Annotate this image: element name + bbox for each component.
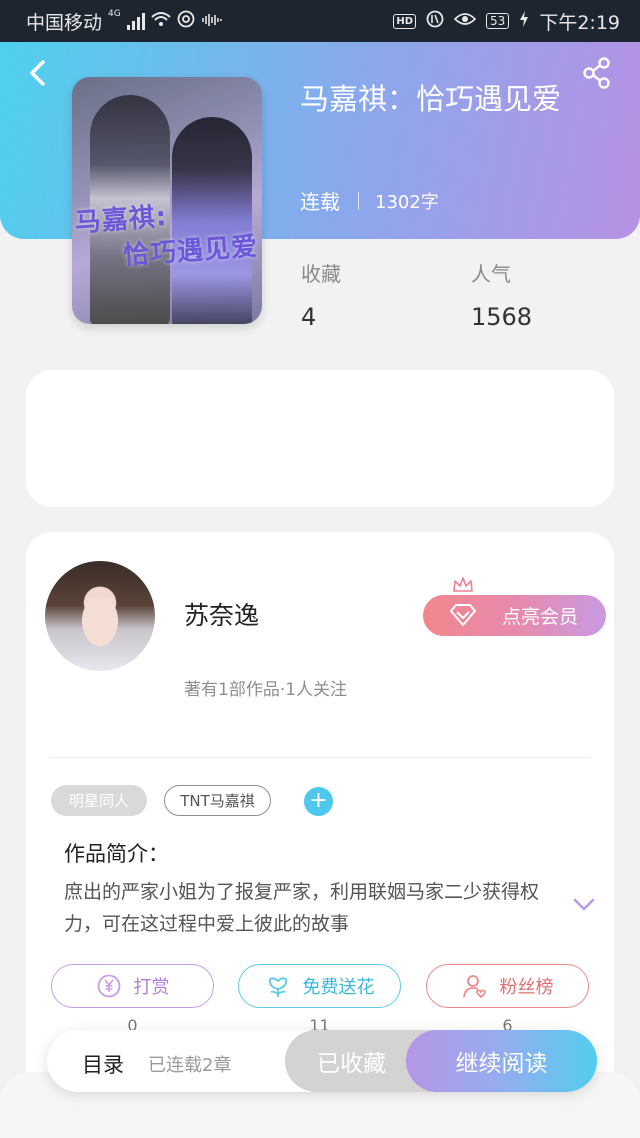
- book-cover[interactable]: 马嘉祺: 恰巧遇见爱: [72, 77, 262, 324]
- continue-reading-button[interactable]: 继续阅读: [406, 1030, 597, 1092]
- status-bar: 中国移动 4G HD 53 下午2:19: [0, 0, 640, 42]
- vip-button-label: 点亮会员: [501, 606, 578, 628]
- status-right-group: HD 53 下午2:19: [393, 8, 620, 35]
- tag-genre[interactable]: 明星同人: [51, 785, 147, 816]
- author-name[interactable]: 苏奈逸: [184, 596, 259, 632]
- fan-ranking-label: 粉丝榜: [499, 977, 554, 998]
- expand-intro-button[interactable]: [571, 894, 597, 914]
- favorites-label: 收藏: [301, 262, 341, 286]
- author-stats: 著有1部作品·1人关注: [184, 680, 348, 700]
- add-tag-button[interactable]: +: [304, 787, 333, 816]
- empty-info-card: [26, 370, 614, 507]
- popularity-value: 1568: [471, 303, 533, 331]
- cover-title-art: 马嘉祺: 恰巧遇见爱: [73, 202, 260, 272]
- favorites-stat: 收藏 4: [301, 258, 341, 331]
- book-title: 马嘉祺：恰巧遇见爱: [300, 82, 562, 116]
- favorited-label: 已收藏: [317, 1051, 386, 1077]
- section-divider: [50, 757, 590, 758]
- tag-character[interactable]: TNT马嘉祺: [164, 785, 271, 816]
- battery-indicator: 53: [486, 13, 510, 29]
- data-saver-icon: [426, 10, 444, 32]
- continue-reading-label: 继续阅读: [455, 1051, 548, 1077]
- network-type: 4G: [108, 9, 121, 19]
- table-of-contents-button[interactable]: 目录: [82, 1049, 124, 1079]
- audio-wave-icon: [201, 12, 223, 31]
- favorites-value: 4: [301, 303, 317, 331]
- popularity-stat: 人气 1568: [471, 258, 532, 331]
- vip-button[interactable]: 点亮会员: [423, 595, 606, 636]
- wifi-icon: [151, 11, 171, 31]
- carrier-group: 中国移动 4G: [26, 8, 223, 35]
- intro-title: 作品简介：: [64, 842, 169, 866]
- back-button[interactable]: [22, 56, 52, 90]
- flower-icon: [268, 977, 287, 997]
- send-flower-button[interactable]: 免费送花: [238, 964, 401, 1008]
- serial-status: 连载: [300, 190, 340, 214]
- nfc-icon: [177, 10, 195, 32]
- intro-text: 庶出的严家小姐为了报复严家，利用联姻马家二少获得权力，可在这过程中爱上彼此的故事: [64, 881, 540, 935]
- user-heart-icon: [462, 975, 486, 999]
- fan-ranking-button[interactable]: 粉丝榜: [426, 964, 589, 1008]
- eye-comfort-icon: [453, 11, 477, 31]
- reward-button[interactable]: 打赏: [51, 964, 214, 1008]
- popularity-label: 人气: [471, 262, 511, 286]
- carrier-name: 中国移动: [26, 11, 103, 34]
- reward-label: 打赏: [133, 977, 170, 998]
- signal-icon: [126, 12, 145, 30]
- hd-badge: HD: [393, 13, 417, 29]
- yuan-coin-icon: [97, 974, 120, 998]
- diamond-icon: [450, 604, 476, 626]
- clock: 下午2:19: [539, 11, 620, 34]
- chapter-count: 已连载2章: [148, 1055, 232, 1076]
- back-arrow-icon: [30, 60, 45, 86]
- meta-divider: [358, 191, 359, 210]
- author-avatar[interactable]: [45, 561, 155, 671]
- word-count: 1302字: [375, 191, 439, 213]
- crown-icon: [453, 577, 473, 592]
- send-flower-label: 免费送花: [302, 977, 375, 998]
- charging-icon: [519, 11, 529, 31]
- book-meta: 连载 1302字: [300, 186, 439, 215]
- chevron-down-icon: [573, 898, 595, 911]
